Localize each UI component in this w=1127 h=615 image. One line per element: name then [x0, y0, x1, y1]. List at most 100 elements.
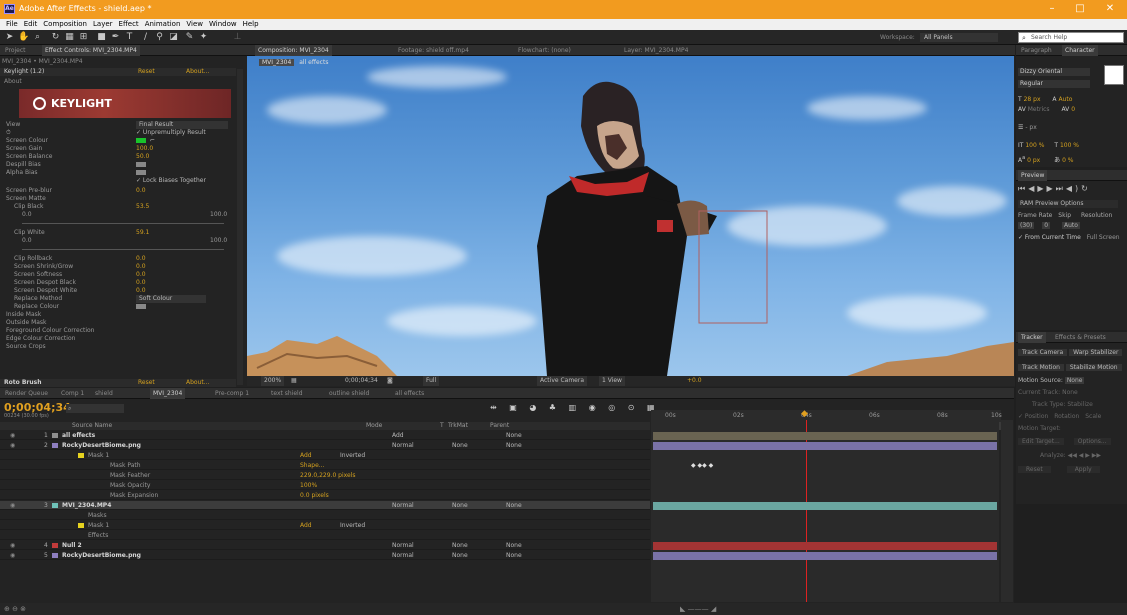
col-t[interactable]: T	[440, 422, 444, 430]
type-tool-icon[interactable]: T	[124, 32, 135, 43]
outside-mask-section[interactable]: Outside Mask	[6, 319, 47, 327]
snapshot-icon[interactable]: ◙	[387, 376, 393, 386]
layer-row[interactable]: ◉ 5 RockyDesertBiome.png Normal None None	[0, 551, 650, 560]
workspace-select[interactable]: All Panels	[920, 33, 998, 42]
track-camera-button[interactable]: Track Camera	[1018, 349, 1068, 356]
grid-toggle-icon[interactable]: ▦	[291, 376, 297, 386]
layer-duration-bar[interactable]	[653, 552, 997, 560]
layer-mode[interactable]: 229.0,229.0 pixels	[300, 471, 356, 480]
layer-name[interactable]: RockyDesertBiome.png	[62, 551, 141, 560]
layer-name[interactable]: Masks	[88, 511, 107, 520]
tab-footage[interactable]: Footage: shield off.mp4	[395, 45, 472, 56]
layer-duration-bar[interactable]	[653, 542, 997, 550]
options-button[interactable]: Options...	[1073, 438, 1111, 445]
last-frame-icon[interactable]: ⏭	[1056, 184, 1066, 193]
layer-mode[interactable]: Normal	[392, 441, 414, 450]
analyze-controls-icon[interactable]: ◀◀ ◀ ▶ ▶▶	[1068, 452, 1101, 459]
inside-mask-section[interactable]: Inside Mask	[6, 311, 41, 319]
label-color-icon[interactable]	[52, 553, 58, 558]
position-checkbox[interactable]: ✓ Position	[1018, 413, 1048, 420]
despot-black-value[interactable]: 0.0	[136, 279, 146, 287]
visibility-icon[interactable]: ◉	[10, 541, 15, 550]
label-color-icon[interactable]	[78, 453, 84, 458]
zoom-select[interactable]: 200%	[261, 376, 285, 386]
layer-duration-bar[interactable]	[653, 432, 997, 440]
eraser-tool-icon[interactable]: ◪	[168, 32, 179, 43]
kerning-value[interactable]: Metrics	[1028, 106, 1050, 113]
camera-select[interactable]: Active Camera	[537, 376, 588, 386]
despill-bias-swatch[interactable]	[136, 162, 146, 167]
layer-mode[interactable]: 0.0 pixels	[300, 491, 329, 500]
label-color-icon[interactable]	[52, 433, 58, 438]
shrink-grow-value[interactable]: 0.0	[136, 263, 146, 271]
view-layout-select[interactable]: 1 View	[599, 376, 625, 386]
label-color-icon[interactable]	[52, 443, 58, 448]
mask-tool-icon[interactable]: ■	[96, 32, 107, 43]
layer-name[interactable]: Null 2	[62, 541, 82, 550]
layer-mode[interactable]: Normal	[392, 541, 414, 550]
layer-property-row[interactable]: Mask Opacity 100%	[0, 481, 650, 490]
pan-behind-tool-icon[interactable]: ⊞	[78, 32, 89, 43]
menu-help[interactable]: Help	[243, 19, 259, 30]
layer-trkmat[interactable]: None	[452, 501, 468, 510]
layer-name[interactable]: Mask 1	[88, 451, 109, 460]
layer-name[interactable]: Mask Opacity	[110, 481, 150, 490]
tab-pre-comp-1[interactable]: Pre-comp 1	[212, 388, 252, 399]
baseline-value[interactable]: 0 px	[1027, 157, 1040, 164]
layer-mode[interactable]: 100%	[300, 481, 317, 490]
tab-render-queue[interactable]: Render Queue	[2, 388, 51, 399]
layer-row[interactable]: ◉ 4 Null 2 Normal None None	[0, 541, 650, 550]
loop-icon[interactable]: ↻	[1081, 184, 1091, 193]
brush-tool-icon[interactable]: ∕	[140, 32, 151, 43]
pen-tool-icon[interactable]: ✒	[110, 32, 121, 43]
layer-property-row[interactable]: Effects	[0, 531, 650, 540]
tab-project[interactable]: Project	[2, 45, 29, 56]
selection-tool-icon[interactable]: ➤	[4, 32, 15, 43]
tab-effects-presets[interactable]: Effects & Presets	[1052, 332, 1109, 343]
layer-property-row[interactable]: Mask Expansion 0.0 pixels	[0, 491, 650, 500]
close-button[interactable]: ✕	[1098, 3, 1122, 14]
label-color-icon[interactable]	[78, 523, 84, 528]
layer-name[interactable]: Mask 1	[88, 521, 109, 530]
camera-tool-icon[interactable]: ▦	[64, 32, 75, 43]
layer-mode[interactable]: Normal	[392, 501, 414, 510]
first-frame-icon[interactable]: ⏮	[1018, 184, 1028, 193]
frame-rate-select[interactable]: (30)	[1018, 222, 1035, 229]
tab-effect-controls[interactable]: Effect Controls: MVI_2304.MP4	[42, 45, 140, 56]
warp-stabilizer-button[interactable]: Warp Stabilizer	[1069, 349, 1123, 356]
maximize-button[interactable]: □	[1068, 3, 1092, 14]
tracking-value[interactable]: 0	[1071, 106, 1075, 113]
font-family-select[interactable]: Dizzy Oriental	[1018, 68, 1090, 76]
menu-animation[interactable]: Animation	[145, 19, 181, 30]
breadcrumb-precomp[interactable]: all effects	[296, 59, 331, 66]
tab-preview[interactable]: Preview	[1018, 170, 1048, 181]
timeline-search-input[interactable]: ⌕	[66, 404, 124, 413]
menu-effect[interactable]: Effect	[119, 19, 139, 30]
tsume-value[interactable]: 0 %	[1062, 157, 1073, 164]
layer-mode[interactable]: Add	[392, 431, 404, 440]
layer-name[interactable]: Mask Path	[110, 461, 141, 470]
font-style-select[interactable]: Regular	[1018, 80, 1090, 88]
next-frame-icon[interactable]: ▶	[1047, 184, 1056, 193]
layer-trkmat[interactable]: Inverted	[340, 521, 365, 530]
softness-value[interactable]: 0.0	[136, 271, 146, 279]
unpremultiply-checkbox[interactable]: ✓ Unpremultiply Result	[136, 129, 206, 137]
clone-tool-icon[interactable]: ⚲	[154, 32, 165, 43]
tab-shield[interactable]: shield	[92, 388, 116, 399]
visibility-icon[interactable]: ◉	[10, 501, 15, 510]
play-icon[interactable]: ▶	[1037, 184, 1046, 193]
fill-color-swatch[interactable]	[1104, 65, 1124, 85]
search-help-field[interactable]: ⌕ Search Help	[1018, 32, 1124, 43]
tab-mvi-2304[interactable]: MVI_2304	[150, 388, 186, 399]
replace-method-select[interactable]: Soft Colour	[136, 295, 206, 303]
layer-duration-bar[interactable]	[653, 502, 997, 510]
menu-layer[interactable]: Layer	[93, 19, 113, 30]
layer-parent[interactable]: None	[506, 441, 522, 450]
lock-biases-checkbox[interactable]: ✓ Lock Biases Together	[136, 177, 206, 185]
audio-icon[interactable]: ◀)	[1066, 184, 1081, 193]
layer-parent[interactable]: None	[506, 551, 522, 560]
from-current-time-checkbox[interactable]: ✓ From Current Time	[1018, 234, 1081, 241]
playhead-icon[interactable]: ◆	[801, 408, 808, 420]
stroke-width-value[interactable]: - px	[1025, 124, 1036, 131]
breadcrumb-comp[interactable]: MVI_2304	[259, 59, 295, 66]
